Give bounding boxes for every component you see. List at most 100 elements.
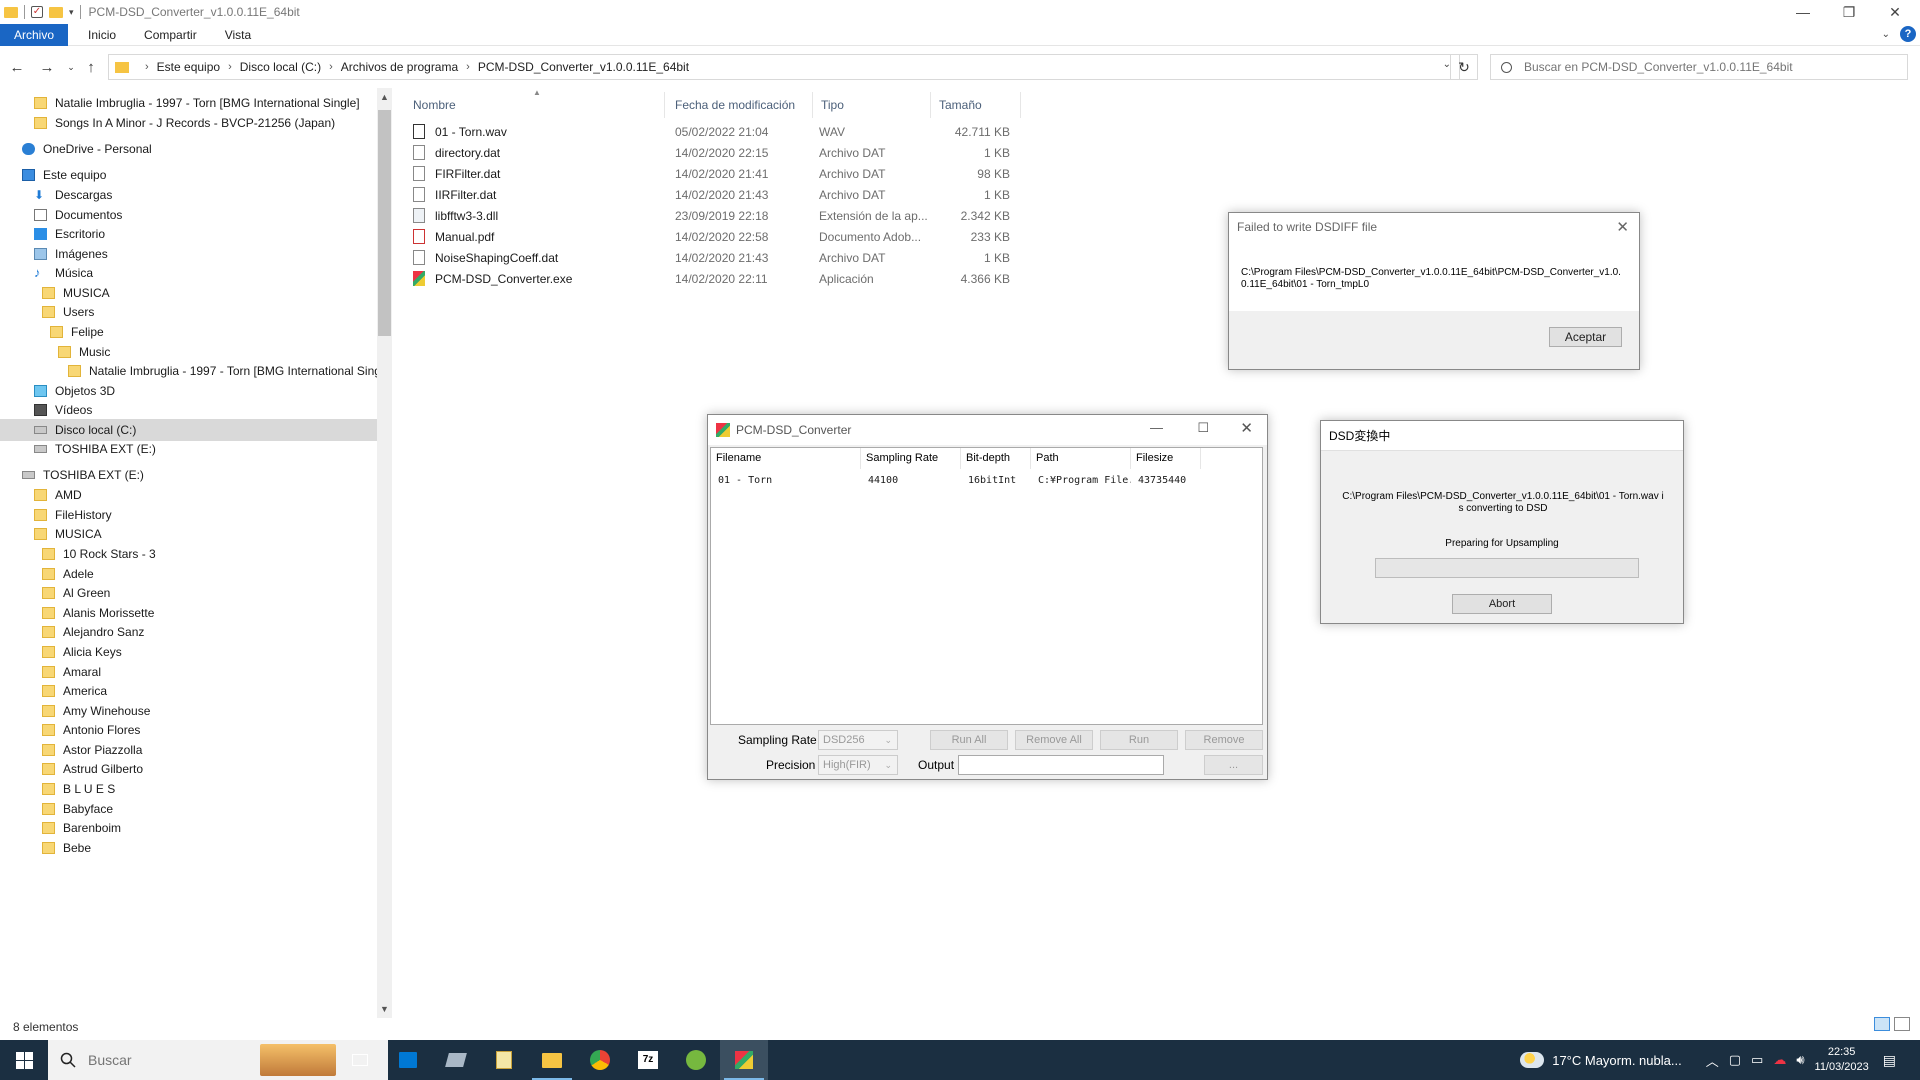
abort-button[interactable]: Abort bbox=[1452, 594, 1552, 614]
chevron-down-icon[interactable]: ⌄ bbox=[1882, 29, 1890, 40]
nav-item[interactable]: Natalie Imbruglia - 1997 - Torn [BMG Int… bbox=[0, 360, 384, 382]
new-folder-icon[interactable] bbox=[49, 6, 63, 18]
windows-start-button[interactable] bbox=[0, 1040, 48, 1080]
breadcrumb-disco-local[interactable]: Disco local (C:) bbox=[240, 60, 321, 74]
nav-item[interactable]: Felipe bbox=[0, 321, 377, 343]
column-header-type[interactable]: Tipo bbox=[813, 92, 931, 118]
meet-now-icon[interactable]: ▢ bbox=[1729, 1052, 1741, 1068]
nav-item[interactable]: Bebe bbox=[0, 837, 377, 859]
address-bar[interactable]: › Este equipo › Disco local (C:) › Archi… bbox=[108, 54, 1460, 80]
precision-select[interactable]: High(FIR) ⌄ bbox=[818, 755, 898, 775]
tab-vista[interactable]: Vista bbox=[211, 24, 265, 46]
file-row[interactable]: directory.dat 14/02/2020 22:15 Archivo DAT… bbox=[405, 142, 1025, 163]
weather-icon[interactable] bbox=[1520, 1052, 1545, 1068]
nav-item[interactable]: TOSHIBA EXT (E:) bbox=[0, 438, 377, 460]
nav-item[interactable]: Escritorio bbox=[0, 223, 377, 245]
pcm-dsd-converter-taskbar-icon[interactable] bbox=[720, 1040, 768, 1080]
tab-inicio[interactable]: Inicio bbox=[74, 24, 130, 46]
file-row[interactable]: 01 - Torn.wav 05/02/2022 21:04 WAV 42.711 K… bbox=[405, 121, 1025, 142]
scroll-up-icon[interactable]: ▲ bbox=[377, 88, 392, 106]
7zip-icon[interactable]: 7z bbox=[624, 1040, 672, 1080]
column-header-date[interactable]: Fecha de modificación bbox=[667, 92, 813, 118]
nav-item[interactable]: Alejandro Sanz bbox=[0, 621, 377, 643]
scroll-down-icon[interactable]: ▼ bbox=[377, 1000, 392, 1018]
file-row[interactable]: PCM-DSD_Converter.exe 14/02/2020 22:11 Apl… bbox=[405, 268, 1025, 289]
chrome-icon[interactable] bbox=[576, 1040, 624, 1080]
restore-button[interactable]: ❐ bbox=[1826, 0, 1872, 24]
notepad-icon[interactable] bbox=[480, 1040, 528, 1080]
run-button[interactable]: Run bbox=[1100, 730, 1178, 750]
weather-text[interactable]: 17°C Mayorm. nubla... bbox=[1552, 1053, 1681, 1068]
column-header-path[interactable]: Path bbox=[1031, 448, 1131, 469]
output-path-field[interactable] bbox=[958, 755, 1164, 775]
notifications-icon[interactable]: ▤ bbox=[1883, 1052, 1896, 1069]
browse-output-button[interactable]: ... bbox=[1204, 755, 1263, 775]
up-arrow-icon[interactable]: ↑ bbox=[80, 54, 102, 80]
file-row[interactable]: IIRFilter.dat 14/02/2020 21:43 Archivo DAT… bbox=[405, 184, 1025, 205]
nav-item[interactable]: Al Green bbox=[0, 582, 377, 604]
task-view-icon[interactable] bbox=[336, 1040, 384, 1080]
help-icon[interactable]: ? bbox=[1900, 26, 1916, 42]
network-icon[interactable]: ▭ bbox=[1751, 1052, 1763, 1068]
run-all-button[interactable]: Run All bbox=[930, 730, 1008, 750]
breadcrumb-este-equipo[interactable]: Este equipo bbox=[157, 60, 220, 74]
chevron-up-icon[interactable]: ︿ bbox=[1706, 1051, 1719, 1070]
properties-icon[interactable]: ✓ bbox=[31, 6, 43, 18]
column-header-filesize[interactable]: Filesize bbox=[1131, 448, 1201, 469]
column-header-bit-depth[interactable]: Bit-depth bbox=[961, 448, 1031, 469]
remove-button[interactable]: Remove bbox=[1185, 730, 1263, 750]
sampling-rate-select[interactable]: DSD256 ⌄ bbox=[818, 730, 898, 750]
search-input[interactable] bbox=[1524, 60, 1884, 74]
nav-item[interactable]: 10 Rock Stars - 3 bbox=[0, 543, 377, 565]
nav-item[interactable]: MUSICA bbox=[0, 523, 377, 545]
taskbar-search-input[interactable] bbox=[88, 1052, 268, 1068]
breadcrumb-current-folder[interactable]: PCM-DSD_Converter_v1.0.0.11E_64bit bbox=[478, 60, 689, 74]
nav-item[interactable]: ⬇ Descargas bbox=[0, 184, 377, 206]
file-row[interactable]: Manual.pdf 14/02/2020 22:58 Documento Adob… bbox=[405, 226, 1025, 247]
minimize-button[interactable]: — bbox=[1150, 420, 1163, 435]
nav-item[interactable]: Alicia Keys bbox=[0, 641, 377, 663]
nav-item[interactable]: B L U E S bbox=[0, 778, 377, 800]
onedrive-sync-icon[interactable]: ☁ bbox=[1773, 1052, 1786, 1068]
pcm-file-table[interactable]: Filename Sampling Rate Bit-depth Path Fi… bbox=[710, 447, 1263, 725]
file-explorer-icon[interactable] bbox=[528, 1040, 576, 1080]
nav-item[interactable]: OneDrive - Personal bbox=[0, 138, 377, 160]
nav-item[interactable]: TOSHIBA EXT (E:) bbox=[0, 464, 377, 486]
chevron-right-icon[interactable]: › bbox=[329, 61, 333, 73]
nav-scrollbar[interactable]: ▲ ▼ bbox=[377, 88, 392, 1018]
nav-item[interactable]: Natalie Imbruglia - 1997 - Torn [BMG Int… bbox=[0, 92, 377, 114]
close-button[interactable]: ✕ bbox=[1872, 0, 1918, 24]
utorrent-icon[interactable] bbox=[672, 1040, 720, 1080]
nav-item[interactable]: Users bbox=[0, 301, 377, 323]
minimize-button[interactable]: — bbox=[1780, 0, 1826, 24]
chevron-right-icon[interactable]: › bbox=[228, 61, 232, 73]
column-header-filename[interactable]: Filename bbox=[711, 448, 861, 469]
clock[interactable]: 22:35 11/03/2023 bbox=[1815, 1045, 1869, 1075]
nav-item[interactable]: ♪ Música bbox=[0, 262, 377, 284]
nav-item[interactable]: AMD bbox=[0, 484, 377, 506]
chevron-right-icon[interactable]: › bbox=[466, 61, 470, 73]
search-box[interactable] bbox=[1490, 54, 1908, 80]
volume-icon[interactable]: 🔊︎ bbox=[1796, 1052, 1804, 1068]
details-view-icon[interactable] bbox=[1874, 1017, 1890, 1031]
file-row[interactable]: FIRFilter.dat 14/02/2020 21:41 Archivo DAT… bbox=[405, 163, 1025, 184]
nav-item[interactable]: Este equipo bbox=[0, 164, 377, 186]
forward-arrow-icon[interactable]: → bbox=[36, 54, 58, 80]
tab-archivo[interactable]: Archivo bbox=[0, 23, 69, 46]
nav-item[interactable]: Vídeos bbox=[0, 399, 377, 421]
accept-button[interactable]: Aceptar bbox=[1549, 327, 1622, 347]
file-row[interactable]: libfftw3-3.dll 23/09/2019 22:18 Extensión … bbox=[405, 205, 1025, 226]
nav-item[interactable]: Antonio Flores bbox=[0, 719, 377, 741]
column-header-sampling-rate[interactable]: Sampling Rate bbox=[861, 448, 961, 469]
close-icon[interactable]: ✕ bbox=[1616, 218, 1629, 236]
breadcrumb-archivos-de-programa[interactable]: Archivos de programa bbox=[341, 60, 458, 74]
app-icon[interactable] bbox=[432, 1040, 480, 1080]
file-row[interactable]: NoiseShapingCoeff.dat 14/02/2020 21:43 Arc… bbox=[405, 247, 1025, 268]
scrollbar-thumb[interactable] bbox=[378, 110, 391, 336]
recent-locations-icon[interactable]: ⌄ bbox=[60, 54, 82, 80]
remove-all-button[interactable]: Remove All bbox=[1015, 730, 1093, 750]
close-button[interactable]: ✕ bbox=[1240, 419, 1253, 437]
nav-item[interactable]: Barenboim bbox=[0, 817, 377, 839]
chevron-down-icon[interactable]: ▾ bbox=[69, 7, 74, 18]
back-arrow-icon[interactable]: ← bbox=[6, 54, 28, 80]
